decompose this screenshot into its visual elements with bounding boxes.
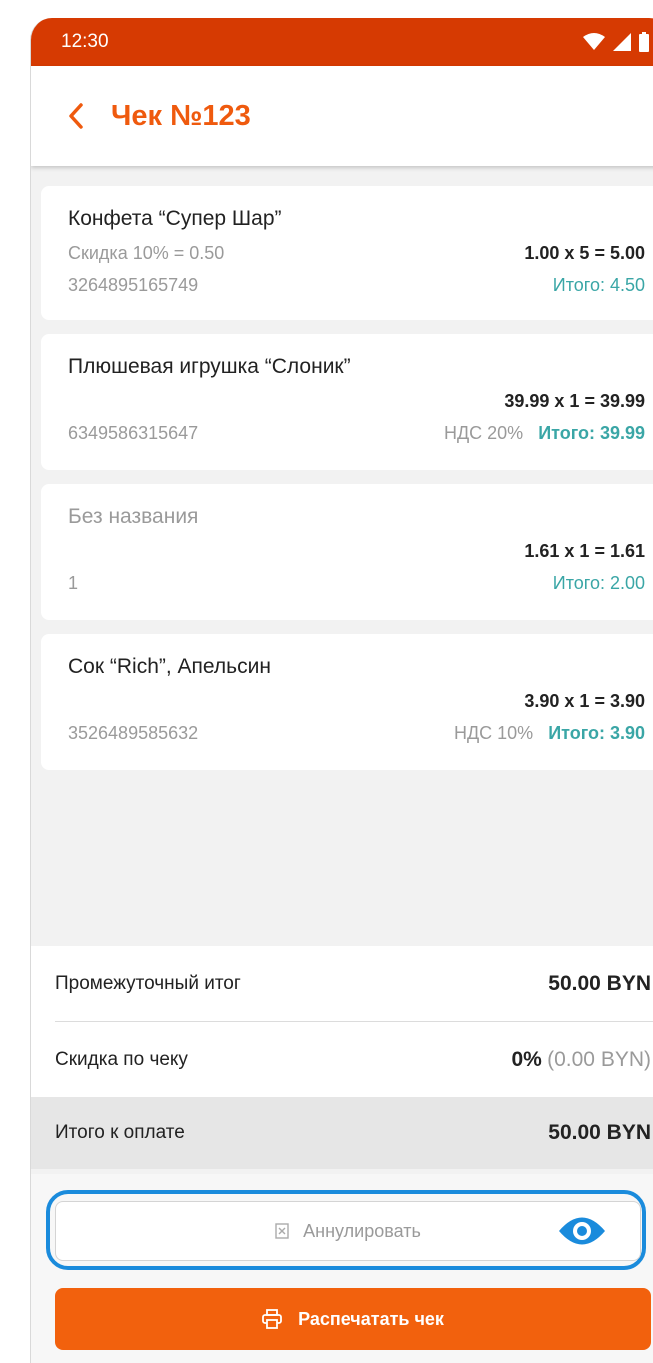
discount-row: Скидка по чеку 0% (0.00 BYN) (31, 1022, 653, 1097)
eye-icon[interactable] (557, 1214, 607, 1248)
item-vat: НДС 10% (453, 723, 534, 743)
item-name: Конфета “Супер Шар” (68, 207, 282, 230)
item-name: Без названия (68, 505, 199, 528)
discount-label: Скидка по чеку (55, 1048, 188, 1070)
item-barcode: 3526489585632 (68, 723, 199, 743)
item-total: Итого: 39.99 (538, 423, 645, 443)
total-value: 50.00 BYN (548, 1121, 651, 1144)
total-row: Итого к оплате 50.00 BYN (31, 1097, 653, 1169)
subtotal-value: 50.00 BYN (548, 971, 651, 995)
cancel-receipt-icon (275, 1223, 289, 1239)
subtotal-row: Промежуточный итог 50.00 BYN (31, 946, 653, 1021)
status-bar: 12:30 (31, 18, 653, 66)
cancel-receipt-label: Аннулировать (303, 1220, 421, 1241)
status-icons (583, 32, 649, 52)
subtotal-label: Промежуточный итог (55, 972, 241, 994)
item-total: Итого: 4.50 (552, 275, 645, 295)
item-discount: Скидка 10% = 0.50 (68, 243, 225, 263)
cancel-receipt-button[interactable]: Аннулировать (55, 1201, 641, 1261)
chevron-left-icon (69, 103, 83, 129)
receipt-item[interactable]: Сок “Rich”, Апельсин 3.90 x 1 = 3.90 352… (41, 634, 653, 770)
item-barcode: 6349586315647 (68, 423, 199, 443)
print-receipt-button[interactable]: Распечатать чек (55, 1288, 651, 1350)
item-calc: 1.61 x 1 = 1.61 (524, 541, 645, 561)
discount-amount: (0.00 BYN) (547, 1047, 651, 1071)
item-total: Итого: 2.00 (552, 573, 645, 593)
action-panel: Аннулировать Распечатать чек (31, 1174, 653, 1363)
receipt-screen: 12:30 Чек №123 Конфета “Супер Шар” Скидк… (30, 18, 653, 1363)
status-time: 12:30 (61, 31, 109, 52)
page-title: Чек №123 (111, 99, 251, 132)
discount-percent: 0% (511, 1047, 542, 1071)
item-name: Сок “Rich”, Апельсин (68, 655, 271, 678)
item-calc: 3.90 x 1 = 3.90 (524, 691, 645, 711)
item-vat: НДС 20% (443, 423, 524, 443)
item-barcode: 3264895165749 (68, 275, 199, 295)
signal-icon (613, 33, 631, 51)
receipt-summary: Промежуточный итог 50.00 BYN Скидка по ч… (31, 946, 653, 1169)
print-receipt-label: Распечатать чек (298, 1308, 444, 1329)
item-barcode: 1 (68, 573, 79, 593)
item-calc: 39.99 x 1 = 39.99 (504, 391, 645, 411)
receipt-item[interactable]: Конфета “Супер Шар” Скидка 10% = 0.50 1.… (41, 186, 653, 320)
battery-icon (639, 32, 649, 52)
receipt-item[interactable]: Плюшевая игрушка “Слоник” 39.99 x 1 = 39… (41, 334, 653, 470)
total-label: Итого к оплате (55, 1122, 185, 1143)
receipt-item[interactable]: Без названия 1.61 x 1 = 1.61 1 Итого: 2.… (41, 484, 653, 620)
receipt-items-list: Конфета “Супер Шар” Скидка 10% = 0.50 1.… (41, 186, 653, 784)
item-total: Итого: 3.90 (548, 723, 645, 743)
item-calc: 1.00 x 5 = 5.00 (524, 243, 645, 263)
printer-icon (262, 1309, 282, 1329)
back-button[interactable] (63, 96, 89, 136)
app-bar: Чек №123 (31, 66, 653, 166)
item-name: Плюшевая игрушка “Слоник” (68, 355, 351, 378)
wifi-icon (583, 33, 605, 50)
